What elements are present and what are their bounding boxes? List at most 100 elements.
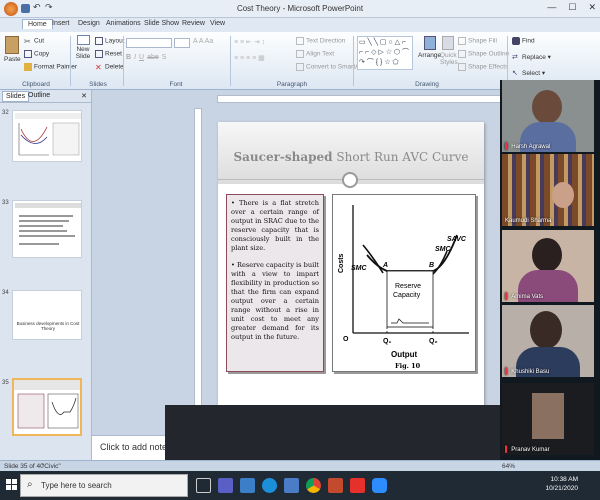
bookshelf	[502, 154, 594, 226]
delete-icon: ✕	[95, 63, 102, 72]
tab-review[interactable]: Review	[182, 20, 205, 27]
tab-outline[interactable]: Outline	[28, 92, 50, 99]
notes-placeholder: Click to add notes	[100, 442, 172, 452]
teams-icon[interactable]	[218, 478, 233, 493]
title-bar: ↶ ↷ Cost Theory - Microsoft PowerPoint —…	[0, 0, 600, 18]
shadow-icon[interactable]: S	[162, 54, 167, 64]
avatar	[552, 182, 574, 208]
minimize-button[interactable]: —	[547, 2, 556, 13]
chrome-icon[interactable]	[306, 478, 321, 493]
strikethrough-icon[interactable]: abe	[147, 54, 159, 64]
close-pane-icon[interactable]: ✕	[81, 92, 87, 100]
layout-icon	[95, 37, 103, 45]
maximize-button[interactable]: ☐	[568, 2, 576, 13]
layout-button[interactable]: Layout	[95, 37, 125, 45]
shape-fill-label: Shape Fill	[468, 37, 497, 45]
search-icon: ⌕	[27, 479, 33, 490]
align-text-button[interactable]: Align Text	[296, 50, 334, 58]
shape-outline-button[interactable]: Shape Outline	[458, 50, 509, 58]
slide-thumbnail-34[interactable]: Business developments in Cost Theory	[12, 290, 82, 340]
edge-icon[interactable]	[262, 478, 277, 493]
reset-label: Reset	[105, 50, 122, 58]
font-grow-icon[interactable]: A A Aa	[193, 38, 213, 45]
align-icons[interactable]: ≡ ≡ ≡ ≡ ▦	[234, 54, 294, 64]
store-icon[interactable]	[284, 478, 299, 493]
participant-tile[interactable]: Kaumudi Sharma	[502, 154, 594, 226]
shape-outline-label: Shape Outline	[468, 50, 510, 58]
cut-button[interactable]: ✂ Cut	[24, 37, 45, 46]
participant-name: Harsh Agrawal	[511, 144, 551, 150]
label-capacity: Capacity	[393, 292, 421, 299]
task-view-icon[interactable]	[196, 478, 211, 493]
bullets-icon[interactable]: ≡ ≡ ⇤ ⇥ ↕	[234, 38, 294, 48]
tab-insert[interactable]: Insert	[52, 20, 70, 27]
theme-name: "Civic"	[42, 463, 61, 470]
participant-tile[interactable]: ▌ Pranav Kumar	[502, 383, 594, 455]
replace-button[interactable]: ⇄ Replace ▾	[512, 53, 551, 61]
reset-button[interactable]: Reset	[95, 50, 122, 58]
label-fig: Fig. 10	[395, 362, 421, 370]
copy-icon	[24, 50, 32, 58]
quick-styles-label: Quick Styles	[440, 52, 458, 66]
slide-title[interactable]: Saucer-shaped Short Run AVC Curve	[218, 150, 484, 164]
underline-icon[interactable]: U	[139, 54, 144, 64]
participant-tile[interactable]: ▌ Khushiki Basu	[502, 305, 594, 377]
slide-thumbnail-35[interactable]	[12, 378, 82, 436]
mail-icon[interactable]	[240, 478, 255, 493]
title-circle-ornament	[342, 172, 358, 188]
shapes-gallery[interactable]: ▭ ╲ ╲ ▢ ○ △ ⌐ ⌐ ⌐ ◇ ▷ ☆ ⬡ ⌒ ↷ ⌒ { } ☆ ⬠	[357, 36, 413, 70]
font-family-select[interactable]	[126, 38, 172, 48]
bold-icon[interactable]: B	[126, 54, 131, 64]
tab-slide-show[interactable]: Slide Show	[144, 20, 179, 27]
delete-button[interactable]: ✕ Delete	[95, 63, 124, 72]
font-format-row: B I U abe S	[126, 54, 226, 64]
slide-thumbnail-33[interactable]	[12, 200, 82, 258]
cut-label: Cut	[34, 37, 45, 45]
font-size-select[interactable]	[174, 38, 190, 48]
acrobat-icon[interactable]	[350, 478, 365, 493]
text-direction-button[interactable]: Text Direction	[296, 37, 345, 45]
shape-effects-button[interactable]: Shape Effects	[458, 63, 508, 71]
zoom-level[interactable]: 64%	[502, 463, 515, 470]
bullet-textbox[interactable]: • There is a flat stretch over a certain…	[226, 194, 324, 372]
close-button[interactable]: ✕	[588, 2, 596, 13]
tab-design[interactable]: Design	[78, 20, 100, 27]
slide-thumbnail-32[interactable]	[12, 110, 82, 162]
italic-icon[interactable]: I	[134, 54, 136, 64]
new-slide-button[interactable]: New Slide	[74, 35, 92, 60]
find-button[interactable]: Find	[512, 37, 535, 45]
paste-button[interactable]: Paste	[4, 36, 21, 63]
powerpoint-icon[interactable]	[328, 478, 343, 493]
bullet-2: • Reserve capacity is built with a view …	[231, 261, 319, 341]
arrange-button[interactable]: Arrange	[418, 36, 441, 59]
copy-button[interactable]: Copy	[24, 50, 49, 58]
tab-view[interactable]: View	[210, 20, 225, 27]
quick-styles-button[interactable]: Quick Styles	[440, 36, 458, 66]
tab-animations[interactable]: Animations	[106, 20, 141, 27]
participant-tile[interactable]: ▌ Amima Vats	[502, 230, 594, 302]
participant-name: Pranav Kumar	[511, 447, 550, 453]
slide-canvas[interactable]: Saucer-shaped Short Run AVC Curve • Ther…	[218, 122, 484, 407]
participant-tile[interactable]: ▌ Harsh Agrawal	[502, 80, 594, 152]
tab-home[interactable]: Home	[22, 19, 53, 29]
select-button[interactable]: ↖ Select ▾	[512, 69, 545, 77]
title-rest: Short Run AVC Curve	[332, 150, 469, 164]
tab-slides[interactable]: Slides	[2, 91, 30, 102]
zoom-app-icon[interactable]	[372, 478, 387, 493]
new-slide-icon	[76, 35, 90, 45]
taskbar-search[interactable]: ⌕ Type here to search	[20, 474, 188, 497]
avatar	[532, 393, 564, 439]
group-font: Font	[169, 81, 183, 88]
chevron-down-icon: ▾	[540, 70, 546, 77]
system-clock[interactable]: 10:38 AM 10/21/2020	[545, 475, 578, 493]
savc-diagram[interactable]: Costs O Q₁ Q₂ Output Fig. 10 A B SMC SMC…	[332, 194, 476, 372]
clock-time: 10:38 AM	[550, 476, 578, 483]
status-bar: Slide 35 of 40 "Civic" 64%	[0, 460, 600, 471]
thumb-number: 32	[2, 110, 9, 116]
shape-fill-button[interactable]: Shape Fill	[458, 37, 497, 45]
thumb-current-slide	[14, 380, 80, 429]
windows-start-icon[interactable]	[6, 479, 18, 491]
slide-counter: Slide 35 of 40	[4, 463, 44, 470]
label-b: B	[429, 262, 434, 269]
reset-icon	[95, 50, 103, 58]
